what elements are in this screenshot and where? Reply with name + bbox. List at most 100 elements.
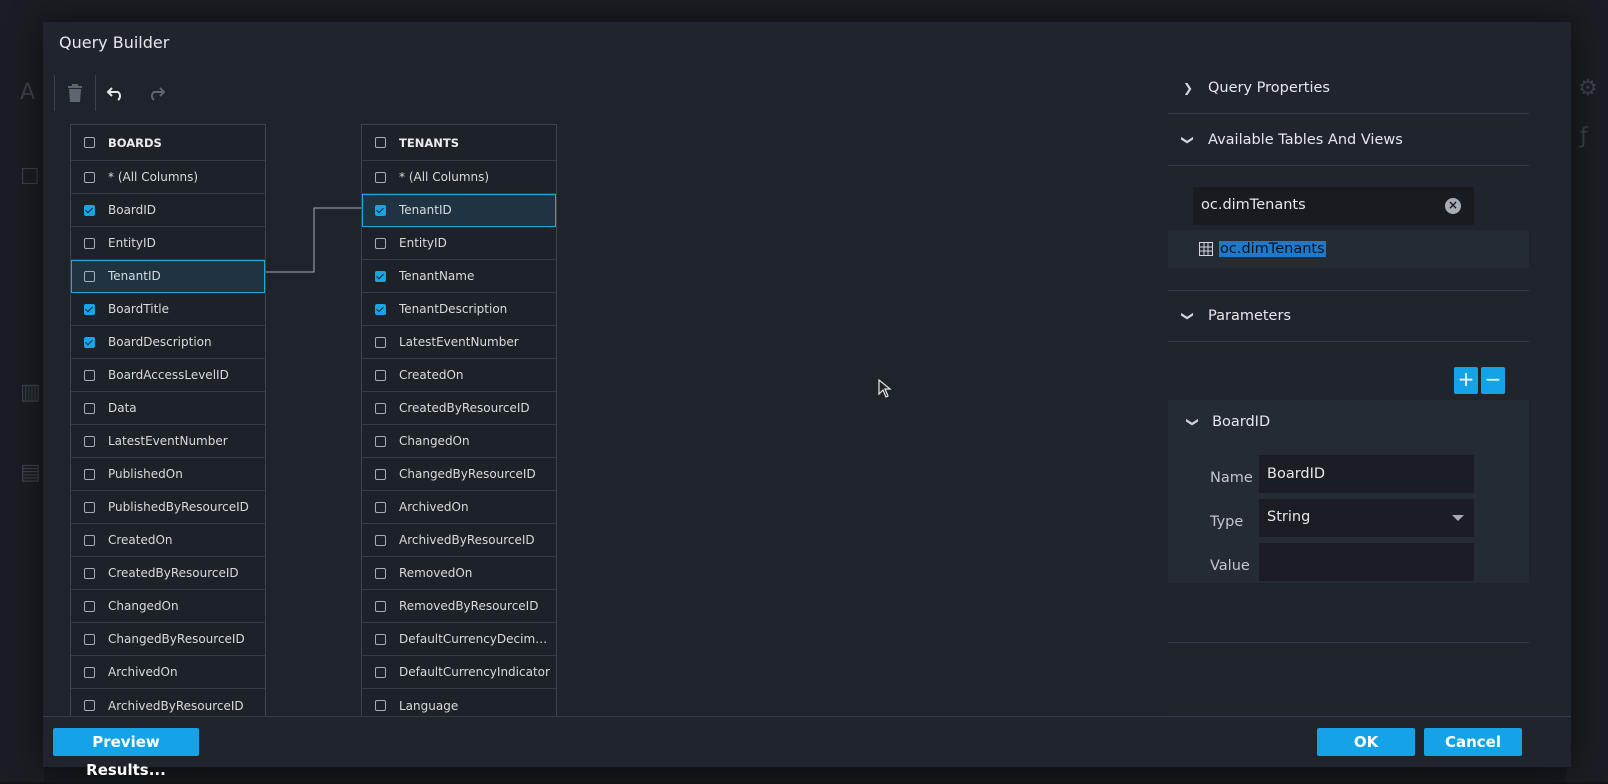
column-checkbox[interactable] (375, 469, 386, 480)
column-row[interactable]: * (All Columns) (362, 161, 556, 194)
column-checkbox[interactable] (375, 535, 386, 546)
column-row[interactable]: PublishedOn (71, 458, 265, 491)
cancel-button[interactable]: Cancel (1424, 728, 1522, 756)
preview-results-button[interactable]: Preview Results... (53, 728, 199, 756)
column-row[interactable]: DefaultCurrencyIndicator (362, 656, 556, 689)
column-checkbox[interactable] (84, 667, 95, 678)
column-row[interactable]: TenantID (362, 194, 556, 227)
dialog-title: Query Builder (59, 33, 169, 52)
parameter-type-select[interactable]: String (1259, 499, 1474, 537)
column-row[interactable]: BoardID (71, 194, 265, 227)
column-checkbox[interactable] (84, 337, 95, 348)
parameter-value-field[interactable] (1259, 543, 1474, 581)
column-row[interactable]: ArchivedByResourceID (71, 689, 265, 716)
column-checkbox[interactable] (375, 700, 386, 711)
column-checkbox[interactable] (84, 436, 95, 447)
remove-parameter-button[interactable]: − (1481, 367, 1505, 394)
column-checkbox[interactable] (375, 502, 386, 513)
parameter-name-field[interactable] (1259, 455, 1474, 493)
table-header[interactable]: BOARDS (71, 125, 265, 161)
column-checkbox[interactable] (84, 469, 95, 480)
column-checkbox[interactable] (84, 535, 95, 546)
query-properties-section[interactable]: ❯ Query Properties (1168, 62, 1529, 114)
tenants-table[interactable]: TENANTS* (All Columns)TenantIDEntityIDTe… (361, 124, 557, 716)
available-tables-section[interactable]: ❯ Available Tables And Views (1168, 114, 1529, 166)
column-row[interactable]: PublishedByResourceID (71, 491, 265, 524)
column-checkbox[interactable] (375, 370, 386, 381)
column-row[interactable]: ArchivedOn (362, 491, 556, 524)
boards-table[interactable]: BOARDS * (All Columns) BoardID EntityID Tena… (70, 124, 266, 716)
column-row[interactable]: BoardTitle (71, 293, 265, 326)
column-row[interactable]: ArchivedByResourceID (362, 524, 556, 557)
clipboard-tool-icon: ▤ (20, 460, 41, 485)
column-checkbox[interactable] (375, 403, 386, 414)
column-row[interactable]: ChangedOn (71, 590, 265, 623)
select-all-checkbox[interactable] (375, 137, 386, 148)
column-checkbox[interactable] (375, 337, 386, 348)
column-checkbox[interactable] (375, 601, 386, 612)
column-row[interactable]: ArchivedOn (71, 656, 265, 689)
column-row[interactable]: * (All Columns) (71, 161, 265, 194)
add-parameter-button[interactable]: + (1454, 367, 1478, 394)
column-checkbox[interactable] (84, 403, 95, 414)
column-row[interactable]: Language (362, 689, 556, 716)
ok-button[interactable]: OK (1317, 728, 1415, 756)
chevron-right-icon: ❯ (1168, 81, 1208, 95)
column-row[interactable]: RemovedByResourceID (362, 590, 556, 623)
column-checkbox[interactable] (84, 238, 95, 249)
column-row[interactable]: CreatedByResourceID (71, 557, 265, 590)
column-row[interactable]: ChangedByResourceID (362, 458, 556, 491)
column-row[interactable]: EntityID (71, 227, 265, 260)
parameter-header[interactable]: ❯ BoardID (1188, 414, 1270, 430)
table-result-label: oc.dimTenants (1219, 241, 1326, 257)
query-design-canvas[interactable]: BOARDS* (All Columns)BoardIDEntityIDTena… (43, 62, 1195, 716)
column-checkbox[interactable] (84, 271, 95, 282)
column-checkbox[interactable] (375, 271, 386, 282)
column-checkbox[interactable] (84, 370, 95, 381)
column-checkbox[interactable] (375, 568, 386, 579)
table-header[interactable]: TENANTS (362, 125, 556, 161)
column-row[interactable]: DefaultCurrencyDecimalDi... (362, 623, 556, 656)
column-row[interactable]: LatestEventNumber (362, 326, 556, 359)
column-checkbox[interactable] (84, 172, 95, 183)
column-row[interactable]: TenantName (362, 260, 556, 293)
column-row[interactable]: CreatedByResourceID (362, 392, 556, 425)
column-row[interactable]: CreatedOn (71, 524, 265, 557)
column-checkbox[interactable] (375, 172, 386, 183)
column-checkbox[interactable] (375, 667, 386, 678)
column-checkbox[interactable] (375, 304, 386, 315)
column-row[interactable]: LatestEventNumber (71, 425, 265, 458)
column-label: PublishedOn (108, 467, 183, 481)
column-checkbox[interactable] (84, 568, 95, 579)
column-checkbox[interactable] (375, 238, 386, 249)
column-checkbox[interactable] (84, 205, 95, 216)
column-label: * (All Columns) (108, 170, 198, 184)
column-row[interactable]: BoardAccessLevelID (71, 359, 265, 392)
column-checkbox[interactable] (84, 601, 95, 612)
parameter-title: BoardID (1212, 414, 1270, 430)
table-result-item[interactable]: oc.dimTenants (1168, 230, 1529, 268)
column-row[interactable]: TenantDescription (362, 293, 556, 326)
parameters-section[interactable]: ❯ Parameters (1168, 290, 1529, 342)
column-checkbox[interactable] (84, 502, 95, 513)
table-search-input[interactable] (1201, 197, 1431, 213)
column-checkbox[interactable] (375, 205, 386, 216)
column-row[interactable]: ChangedOn (362, 425, 556, 458)
column-row[interactable]: ChangedByResourceID (71, 623, 265, 656)
column-checkbox[interactable] (375, 634, 386, 645)
column-label: DefaultCurrencyDecimalDi... (399, 632, 554, 646)
column-row[interactable]: CreatedOn (362, 359, 556, 392)
clear-search-icon[interactable]: × (1445, 198, 1461, 214)
column-checkbox[interactable] (84, 634, 95, 645)
column-checkbox[interactable] (84, 700, 95, 711)
column-row[interactable]: BoardDescription (71, 326, 265, 359)
column-row[interactable]: Data (71, 392, 265, 425)
section-title: Query Properties (1208, 80, 1330, 96)
column-checkbox[interactable] (84, 304, 95, 315)
column-row[interactable]: TenantID (71, 260, 265, 293)
column-checkbox[interactable] (375, 436, 386, 447)
column-label: EntityID (108, 236, 156, 250)
column-row[interactable]: RemovedOn (362, 557, 556, 590)
select-all-checkbox[interactable] (84, 137, 95, 148)
column-row[interactable]: EntityID (362, 227, 556, 260)
